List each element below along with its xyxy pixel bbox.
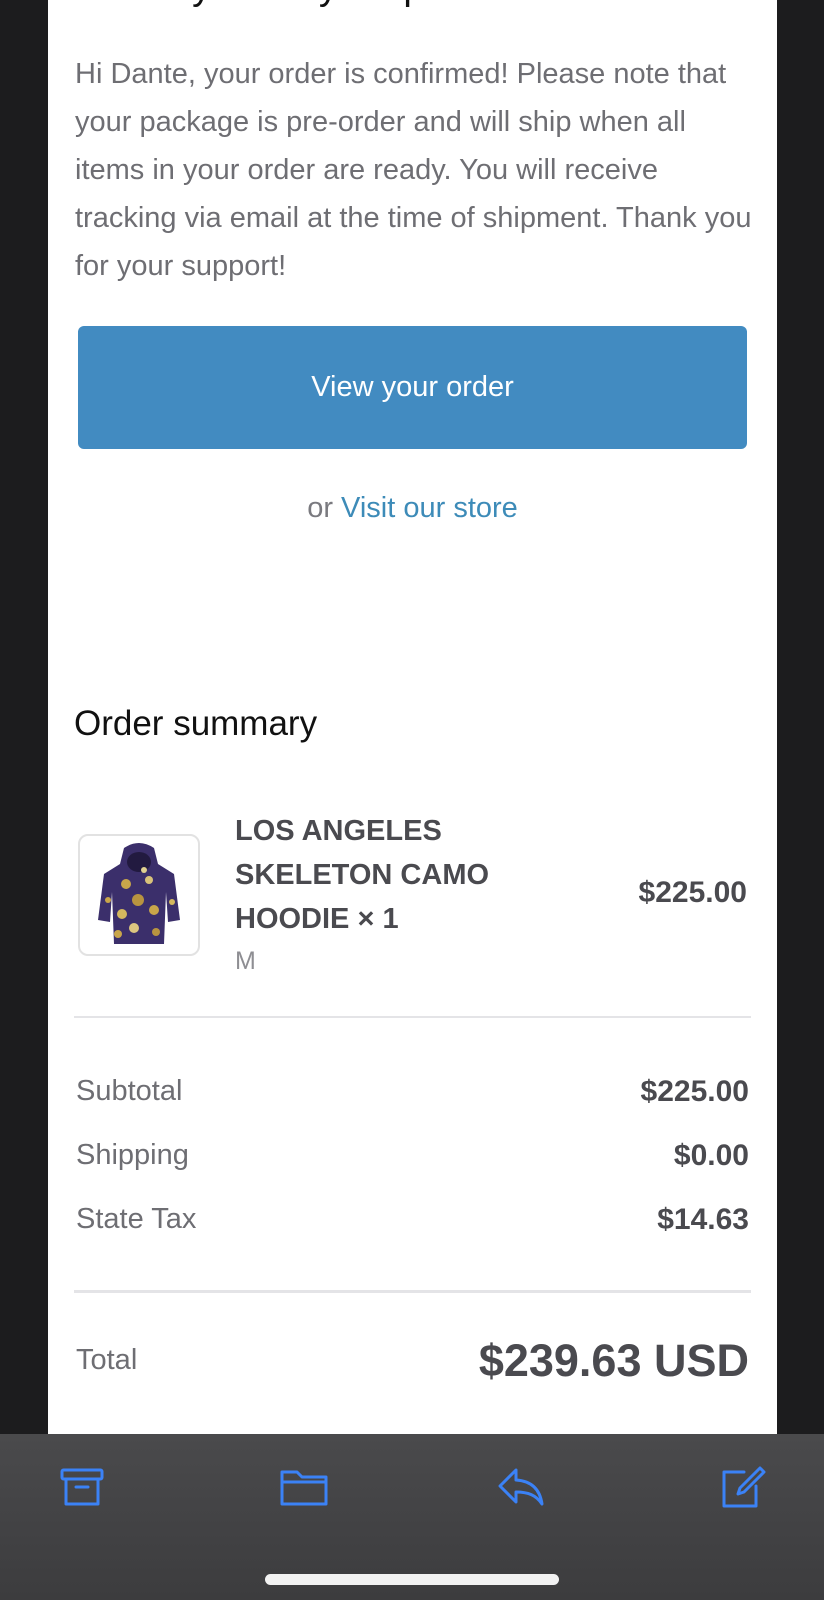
reply-button[interactable] [496, 1464, 544, 1510]
home-indicator[interactable] [265, 1574, 559, 1585]
state-tax-value: $14.63 [657, 1203, 749, 1236]
item-name: LOS ANGELES SKELETON CAMO HOODIE × 1 [235, 815, 490, 935]
compose-icon [722, 1466, 766, 1508]
view-order-button[interactable]: View your order [78, 326, 747, 449]
or-text: or [307, 492, 333, 524]
product-thumbnail [78, 834, 200, 956]
subtotal-value: $225.00 [640, 1075, 749, 1108]
archive-button[interactable] [58, 1464, 106, 1510]
email-body: Thank you for your purchase! Hi Dante, y… [48, 0, 777, 1440]
reply-icon [498, 1468, 544, 1506]
item-price: $225.00 [638, 876, 747, 909]
confirmation-message: Hi Dante, your order is confirmed! Pleas… [75, 58, 752, 282]
shipping-value: $0.00 [673, 1139, 749, 1172]
visit-store-link[interactable]: Visit our store [341, 492, 518, 524]
email-heading: Thank you for your purchase! [76, 0, 570, 9]
total-value: $239.63 USD [478, 1335, 749, 1386]
item-divider [74, 1016, 751, 1018]
item-variant: M [235, 947, 256, 975]
total-divider [74, 1290, 751, 1293]
state-tax-label: State Tax [76, 1203, 197, 1235]
compose-button[interactable] [718, 1464, 766, 1510]
total-label: Total [76, 1344, 138, 1376]
move-to-folder-button[interactable] [278, 1464, 328, 1510]
subtotal-label: Subtotal [76, 1075, 183, 1107]
shipping-label: Shipping [76, 1139, 189, 1171]
order-summary-title: Order summary [74, 704, 318, 743]
visit-store-line: or Visit our store [48, 492, 777, 525]
folder-icon [280, 1470, 328, 1506]
archive-icon [60, 1468, 104, 1506]
hoodie-image [98, 843, 180, 944]
mail-screen: Thank you for your purchase! Hi Dante, y… [0, 0, 824, 1600]
